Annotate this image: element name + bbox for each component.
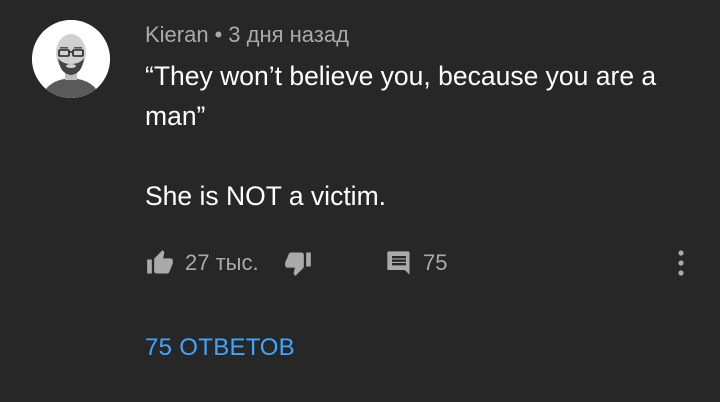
comment-meta: Kieran • 3 дня назад <box>145 22 349 48</box>
comment-body: “They won’t believe you, because you are… <box>145 56 695 216</box>
reply-button[interactable]: 75 <box>385 244 447 282</box>
comment-thread: Kieran • 3 дня назад “They won’t believe y… <box>0 0 720 402</box>
comment-text-statement: She is NOT a victim. <box>145 181 387 211</box>
like-button[interactable]: 27 тыс. <box>145 244 259 282</box>
thumb-up-icon <box>147 250 173 274</box>
comment-actions: 27 тыс. 75 <box>145 244 705 282</box>
avatar-bald-man-icon <box>32 20 110 98</box>
comment-time[interactable]: 3 дня назад <box>228 22 349 47</box>
dislike-button[interactable] <box>283 244 313 282</box>
more-options-button[interactable] <box>675 244 687 282</box>
author-name[interactable]: Kieran <box>145 22 209 47</box>
like-count: 27 тыс. <box>185 250 259 275</box>
comment-text-quote: “They won’t believe you, because you are… <box>145 61 657 131</box>
view-replies-link[interactable]: 75 ОТВЕТОВ <box>145 334 295 362</box>
reply-count: 75 <box>423 250 448 275</box>
thumb-down-icon <box>285 252 311 276</box>
comment-icon <box>387 251 410 275</box>
meta-separator: • <box>214 22 223 47</box>
vertical-dots-icon <box>678 250 684 276</box>
avatar[interactable] <box>32 20 110 98</box>
